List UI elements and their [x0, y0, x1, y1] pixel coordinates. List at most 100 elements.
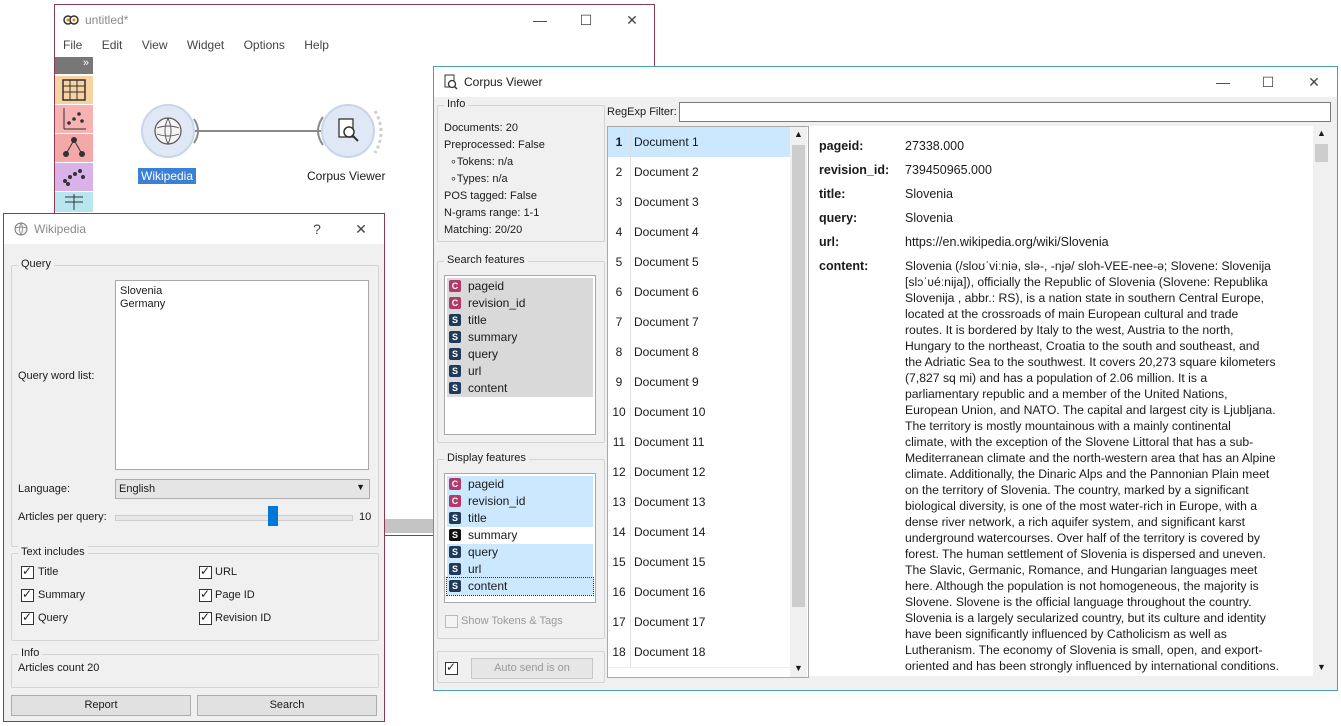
- revision-id-checkbox[interactable]: [199, 610, 212, 625]
- menu-help[interactable]: Help: [304, 38, 329, 52]
- content-line: here. Although the population is not hom…: [905, 579, 1259, 593]
- search-feature-summary[interactable]: Ssummary: [447, 329, 593, 346]
- report-button[interactable]: Report: [11, 695, 191, 716]
- string-type-icon: S: [449, 331, 461, 343]
- clustering-icon[interactable]: [55, 163, 93, 192]
- display-feature-revision-id[interactable]: Crevision_id: [447, 493, 593, 510]
- articles-slider-track[interactable]: [115, 515, 353, 521]
- view-scroll-up-icon[interactable]: ▲: [1317, 128, 1326, 138]
- doc-list-scroll-thumb[interactable]: [792, 145, 805, 607]
- document-row[interactable]: 10 Document 10: [608, 397, 790, 428]
- tree-icon[interactable]: [55, 134, 93, 163]
- document-row[interactable]: 2 Document 2: [608, 157, 790, 188]
- display-feature-title[interactable]: Stitle: [447, 510, 593, 527]
- display-feature-query[interactable]: Squery: [447, 544, 593, 561]
- url-checkbox[interactable]: [199, 564, 212, 579]
- wikipedia-node[interactable]: [141, 104, 195, 158]
- page-id-checkbox[interactable]: [199, 587, 212, 602]
- wikipedia-node-label[interactable]: Wikipedia: [138, 168, 197, 184]
- document-row[interactable]: 4 Document 4: [608, 217, 790, 248]
- document-row[interactable]: 6 Document 6: [608, 277, 790, 308]
- document-row[interactable]: 9 Document 9: [608, 367, 790, 398]
- corpus-viewer-node[interactable]: [321, 104, 375, 158]
- search-feature-content[interactable]: Scontent: [447, 380, 593, 397]
- doc-view-scroll-thumb[interactable]: [1315, 144, 1328, 162]
- show-tokens-checkbox[interactable]: [445, 615, 458, 628]
- help-button[interactable]: ?: [306, 218, 328, 240]
- corpus-viewer-node-label[interactable]: Corpus Viewer: [307, 169, 385, 183]
- search-button[interactable]: Search: [197, 695, 377, 716]
- regexp-filter-input[interactable]: [679, 102, 1331, 122]
- search-feature-pageid[interactable]: Cpageid: [447, 278, 593, 295]
- display-feature-pageid[interactable]: Cpageid: [447, 476, 593, 493]
- document-row[interactable]: 12 Document 12: [608, 457, 790, 488]
- content-line: The territory is mostly mountainous with…: [905, 419, 1231, 433]
- document-row[interactable]: 14 Document 14: [608, 517, 790, 548]
- search-feature-revision-id[interactable]: Crevision_id: [447, 295, 593, 312]
- cv-minimize-button[interactable]: —: [1212, 71, 1234, 93]
- document-row-name: Document 5: [634, 255, 699, 269]
- text-mining-icon[interactable]: [55, 192, 93, 213]
- document-row[interactable]: 11 Document 11: [608, 427, 790, 458]
- display-feature-url[interactable]: Surl: [447, 561, 593, 578]
- document-row[interactable]: 3 Document 3: [608, 187, 790, 218]
- articles-slider-handle[interactable]: [268, 506, 279, 526]
- wikipedia-close-button[interactable]: ✕: [350, 218, 372, 240]
- cv-close-button[interactable]: ✕: [1303, 71, 1325, 93]
- search-feature-title[interactable]: Stitle: [447, 312, 593, 329]
- auto-send-button[interactable]: Auto send is on: [471, 658, 593, 679]
- summary-checkbox[interactable]: [21, 587, 34, 602]
- document-row[interactable]: 15 Document 15: [608, 547, 790, 578]
- show-tokens-label: Show Tokens & Tags: [461, 615, 563, 627]
- document-row-number: 15: [608, 547, 631, 577]
- toolbox-expand-button[interactable]: »: [55, 57, 93, 75]
- wikipedia-output-anchor[interactable]: [193, 117, 203, 145]
- query-checkbox[interactable]: [21, 610, 34, 625]
- search-features-title: Search features: [444, 254, 528, 266]
- view-scroll-down-icon[interactable]: ▼: [1317, 662, 1326, 672]
- scroll-up-icon[interactable]: ▲: [794, 129, 803, 139]
- menu-edit[interactable]: Edit: [102, 38, 123, 52]
- minimize-button[interactable]: —: [529, 9, 551, 31]
- content-line: oriented and has been strongly influence…: [905, 659, 1280, 673]
- display-feature-summary[interactable]: Ssummary: [447, 527, 593, 544]
- menu-widget[interactable]: Widget: [187, 38, 224, 52]
- magnifier-document-icon: [335, 117, 363, 148]
- menu-file[interactable]: File: [63, 38, 82, 52]
- data-table-icon[interactable]: [55, 76, 93, 105]
- document-list[interactable]: 1 Document 1 2 Document 2 3 Document 3 4 Docume…: [607, 126, 809, 678]
- search-feature-url[interactable]: Surl: [447, 363, 593, 380]
- doc-list-scrollbar[interactable]: ▲ ▼: [790, 127, 807, 677]
- document-row[interactable]: 8 Document 8: [608, 337, 790, 368]
- feature-name: summary: [468, 528, 518, 542]
- close-button[interactable]: ✕: [621, 9, 643, 31]
- string-type-icon: S: [449, 546, 461, 558]
- document-view[interactable]: pageid: 27338.000 revision_id: 739450965.00…: [809, 126, 1330, 676]
- menu-view[interactable]: View: [142, 38, 168, 52]
- auto-send-checkbox[interactable]: [445, 660, 458, 675]
- title-checkbox[interactable]: [21, 564, 34, 579]
- menu-options[interactable]: Options: [244, 38, 285, 52]
- scroll-down-icon[interactable]: ▼: [794, 663, 803, 673]
- document-row[interactable]: 7 Document 7: [608, 307, 790, 338]
- document-row[interactable]: 16 Document 16: [608, 577, 790, 608]
- search-feature-query[interactable]: Squery: [447, 346, 593, 363]
- field-value: Slovenia: [905, 211, 953, 225]
- search-features-list[interactable]: Cpageid Crevision_id Stitle Ssummary Squery S…: [444, 275, 596, 435]
- query-word-list-label: Query word list:: [18, 370, 95, 382]
- info-pos-tagged: POS tagged: False: [444, 190, 537, 202]
- document-row[interactable]: 13 Document 13: [608, 487, 790, 518]
- display-feature-content[interactable]: Scontent: [446, 577, 594, 596]
- document-row[interactable]: 5 Document 5: [608, 247, 790, 278]
- cv-maximize-button[interactable]: ☐: [1257, 71, 1279, 93]
- articles-count-text: Articles count 20: [18, 662, 100, 674]
- language-select[interactable]: English ▼: [115, 479, 370, 499]
- document-row[interactable]: 18 Document 18: [608, 637, 790, 668]
- doc-view-scrollbar[interactable]: ▲ ▼: [1313, 126, 1330, 676]
- document-row[interactable]: 17 Document 17: [608, 607, 790, 638]
- scatter-plot-icon[interactable]: [55, 105, 93, 134]
- display-features-list[interactable]: Cpageid Crevision_id Stitle Ssummary Squery S…: [444, 473, 596, 603]
- query-word-list-textarea[interactable]: Slovenia Germany: [115, 280, 369, 470]
- document-row[interactable]: 1 Document 1: [608, 127, 790, 158]
- maximize-button[interactable]: ☐: [575, 9, 597, 31]
